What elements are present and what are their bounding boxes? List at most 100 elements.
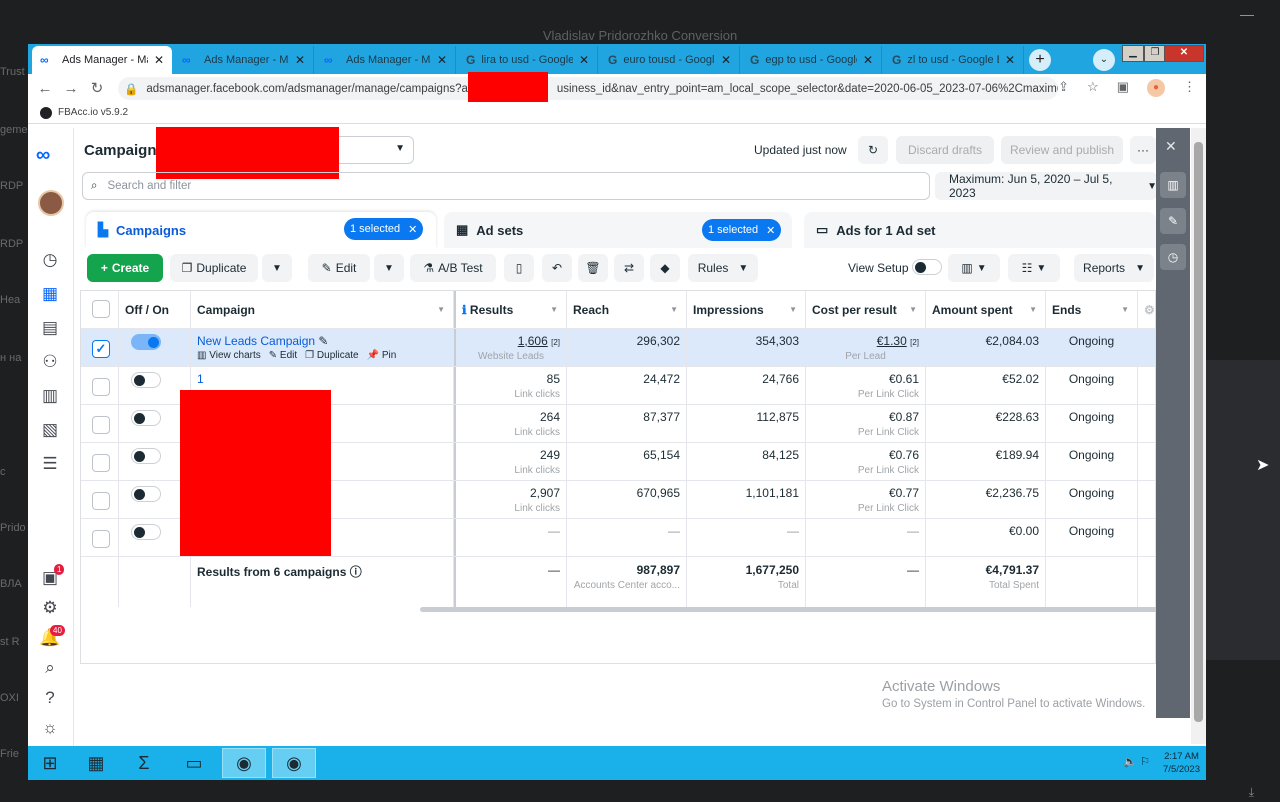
row-checkbox[interactable]	[92, 416, 110, 434]
create-button[interactable]: + Create	[87, 254, 163, 282]
chrome-icon[interactable]: ◉	[222, 748, 266, 778]
refresh-button[interactable]: ↻	[858, 136, 888, 164]
powershell-icon[interactable]: Σ	[122, 748, 166, 778]
duplicate-dropdown-button[interactable]: ▼	[262, 254, 292, 282]
columns-button[interactable]: ▥ ▼	[948, 254, 1000, 282]
rules-button[interactable]: Rules ▼	[688, 254, 758, 282]
more-button[interactable]: ···	[1130, 136, 1156, 164]
row-checkbox[interactable]	[92, 454, 110, 472]
row-checkbox[interactable]: ✓	[92, 340, 110, 358]
tab-search-button[interactable]: ⌄	[1093, 49, 1115, 71]
file-explorer-icon[interactable]: ▭	[172, 748, 216, 778]
close-icon[interactable]: ✕	[295, 53, 305, 67]
results-value[interactable]: 1,606	[518, 334, 548, 348]
windows-start-icon[interactable]: ⊞	[28, 748, 72, 778]
tab-ads-manager-3[interactable]: ∞ Ads Manager - Mar ✕	[316, 46, 456, 74]
info-icon[interactable]: ⓘ	[350, 565, 362, 579]
window-restore-button[interactable]: ❐	[1144, 45, 1166, 62]
help-icon[interactable]: ?	[38, 688, 62, 710]
forward-icon[interactable]: →	[58, 80, 84, 97]
tab-ads[interactable]: ▭ Ads for 1 Ad set	[804, 212, 1156, 248]
share-icon[interactable]: ⇪	[1058, 79, 1069, 97]
new-tab-button[interactable]: +	[1029, 49, 1051, 71]
window-close-button[interactable]: ✕	[1164, 45, 1204, 62]
close-icon[interactable]: ✕	[408, 223, 417, 236]
edit-dropdown-button[interactable]: ▼	[374, 254, 404, 282]
table-icon[interactable]: ▦	[38, 284, 62, 306]
campaign-toggle[interactable]	[131, 334, 161, 350]
server-manager-icon[interactable]: ▦	[74, 748, 118, 778]
tab-ad-sets[interactable]: ▦ Ad sets 1 selected ✕	[444, 212, 792, 248]
close-icon[interactable]: ✕	[766, 224, 775, 237]
media-icon[interactable]: ▧	[38, 420, 62, 442]
tab-zl-to-usd[interactable]: G zl to usd - Google B ✕	[884, 46, 1024, 74]
meta-logo-icon[interactable]: ∞	[36, 144, 50, 167]
horizontal-scrollbar[interactable]	[420, 607, 1160, 612]
pin-link[interactable]: 📌 Pin	[367, 350, 397, 361]
campaign-toggle[interactable]	[131, 486, 161, 502]
header-amount-spent[interactable]: Amount spent ▼	[926, 291, 1046, 328]
close-icon[interactable]: ✕	[437, 53, 447, 67]
menu-icon[interactable]: ☰	[38, 454, 62, 476]
profile-avatar-icon[interactable]: ●	[1147, 79, 1165, 97]
back-icon[interactable]: ←	[32, 80, 58, 97]
bug-icon[interactable]: ☼	[38, 718, 62, 740]
search-icon[interactable]: ⌕	[38, 658, 62, 680]
pencil-icon[interactable]: ✎	[1160, 208, 1186, 234]
campaign-toggle[interactable]	[131, 410, 161, 426]
review-publish-button[interactable]: Review and publish	[1001, 136, 1123, 164]
chart-icon[interactable]: ▥	[1160, 172, 1186, 198]
close-icon[interactable]: ✕	[579, 53, 589, 67]
date-range-picker[interactable]: Maximum: Jun 5, 2020 – Jul 5, 2023 ▼	[935, 172, 1157, 200]
ab-test-button[interactable]: ⚗ A/B Test	[410, 254, 496, 282]
campaign-toggle[interactable]	[131, 372, 161, 388]
tab-ads-manager-1[interactable]: ∞ Ads Manager - Mar ✕	[32, 46, 172, 74]
selected-chip[interactable]: 1 selected ✕	[344, 218, 424, 240]
undo-button[interactable]: ↶	[542, 254, 572, 282]
header-results[interactable]: ℹ Results ▼	[454, 291, 567, 328]
row-checkbox[interactable]	[92, 378, 110, 396]
campaign-toggle[interactable]	[131, 448, 161, 464]
search-filter-input[interactable]: ⌕ Search and filter	[82, 172, 930, 200]
tab-lira-to-usd[interactable]: G lira to usd - Google ✕	[458, 46, 598, 74]
tab-egp-to-usd[interactable]: G egp to usd - Google ✕	[742, 46, 882, 74]
campaign-name-link[interactable]: New Leads Campaign	[197, 334, 315, 348]
header-reach[interactable]: Reach ▼	[567, 291, 687, 328]
window-minimize-button[interactable]: ▁	[1122, 45, 1144, 62]
select-all-checkbox[interactable]	[92, 300, 110, 318]
outer-minimize-icon[interactable]: —	[1240, 6, 1254, 22]
view-charts-link[interactable]: ▥ View charts	[197, 350, 261, 361]
preview-button[interactable]: ⇄	[614, 254, 644, 282]
close-icon[interactable]: ✕	[863, 53, 873, 67]
breakdown-button[interactable]: ☷ ▼	[1008, 254, 1060, 282]
document-icon[interactable]: ▤	[38, 318, 62, 340]
tab-campaigns[interactable]: ▙ Campaigns 1 selected ✕	[86, 212, 436, 248]
side-panel-icon[interactable]: ▣	[1117, 79, 1129, 97]
bookmark-star-icon[interactable]: ☆	[1087, 79, 1099, 97]
cpr-value[interactable]: €1.30	[877, 334, 907, 348]
header-cost-per-result[interactable]: Cost per result ▼	[806, 291, 926, 328]
close-icon[interactable]: ✕	[721, 53, 731, 67]
selected-chip[interactable]: 1 selected ✕	[702, 219, 782, 241]
close-icon[interactable]: ✕	[1005, 53, 1015, 67]
close-icon[interactable]: ✕	[154, 53, 164, 67]
edit-button[interactable]: ✎ Edit	[308, 254, 370, 282]
reload-icon[interactable]: ↻	[84, 79, 110, 97]
header-campaign[interactable]: Campaign ▼	[191, 291, 454, 328]
duplicate-link[interactable]: ❐ Duplicate	[305, 350, 358, 361]
clipboard-button[interactable]: ▯	[504, 254, 534, 282]
delete-button[interactable]: 🗑	[578, 254, 608, 282]
column-settings-icon[interactable]: ⚙	[1138, 291, 1155, 328]
browser-menu-icon[interactable]: ⋮	[1183, 79, 1196, 97]
address-bar[interactable]: 🔒 adsmanager.facebook.com/adsmanager/man…	[118, 77, 1058, 100]
edit-link[interactable]: ✎ Edit	[269, 350, 297, 361]
tab-ads-manager-2[interactable]: ∞ Ads Manager - Mar ✕	[174, 46, 314, 74]
gauge-icon[interactable]: ◷	[38, 250, 62, 272]
header-ends[interactable]: Ends ▼	[1046, 291, 1138, 328]
gear-icon[interactable]: ⚙	[38, 598, 62, 620]
scrollbar-thumb[interactable]	[1194, 142, 1203, 722]
taskbar-clock[interactable]: 2:17 AM 7/5/2023	[1163, 750, 1200, 776]
tab-euro-to-usd[interactable]: G euro tousd - Google ✕	[600, 46, 740, 74]
header-offon[interactable]: Off / On	[119, 291, 191, 328]
campaign-name-link[interactable]: 1	[197, 372, 204, 386]
